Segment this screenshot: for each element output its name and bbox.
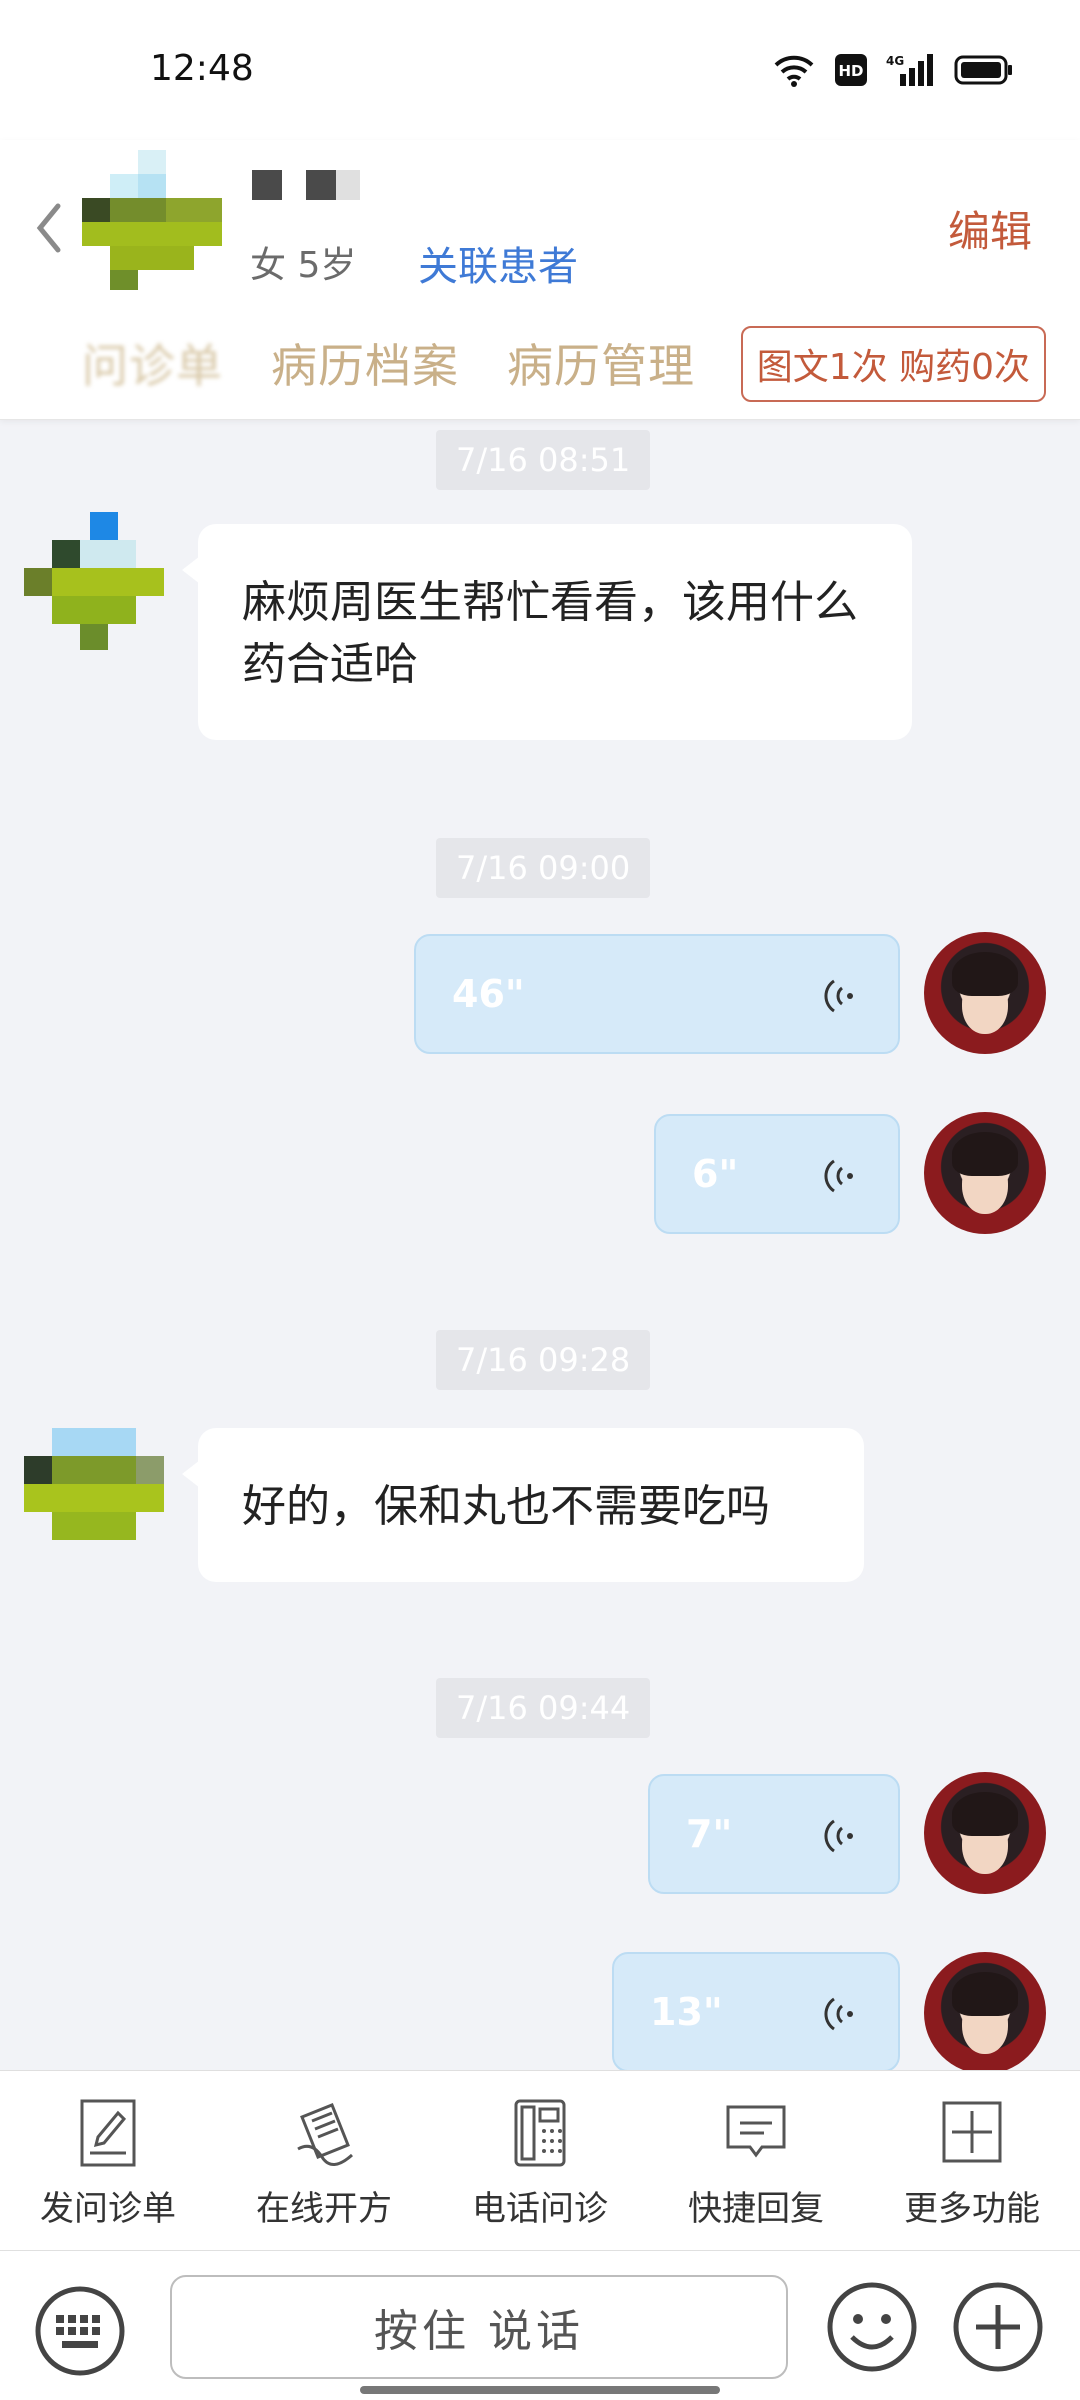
emoji-icon[interactable] bbox=[826, 2281, 918, 2373]
tool-label: 发问诊单 bbox=[40, 2189, 176, 2229]
more-icon bbox=[942, 2101, 1002, 2163]
redacted-block bbox=[306, 170, 336, 200]
chat-area[interactable]: 7/16 08:51 麻烦周医生帮忙看看，该用什么药合适哈 7/16 09:00… bbox=[0, 420, 1080, 2070]
function-toolbar: 发问诊单 在线开方 电话问诊 快捷回复 更多功能 bbox=[0, 2070, 1080, 2250]
phone-icon bbox=[514, 2099, 566, 2167]
redacted-block bbox=[252, 170, 282, 200]
online-prescription-button[interactable]: 在线开方 bbox=[224, 2071, 424, 2250]
phone-consultation-button[interactable]: 电话问诊 bbox=[440, 2071, 640, 2250]
svg-text:HD: HD bbox=[838, 62, 863, 80]
form-icon bbox=[80, 2099, 136, 2167]
outgoing-voice-message[interactable]: 13" bbox=[612, 1952, 900, 2070]
doctor-avatar[interactable] bbox=[924, 1112, 1046, 1234]
patient-name-redacted bbox=[252, 170, 360, 200]
voice-playback-icon bbox=[824, 1159, 853, 1193]
voice-duration: 6" bbox=[692, 1152, 739, 1196]
plus-icon[interactable] bbox=[952, 2281, 1044, 2373]
keyboard-icon[interactable] bbox=[34, 2285, 126, 2377]
incoming-message[interactable]: 好的，保和丸也不需要吃吗 bbox=[182, 1428, 864, 1582]
tool-label: 更多功能 bbox=[904, 2189, 1040, 2229]
more-functions-button[interactable]: 更多功能 bbox=[872, 2071, 1072, 2250]
wifi-icon bbox=[772, 53, 816, 87]
patient-avatar[interactable] bbox=[24, 512, 164, 652]
hold-to-talk-button[interactable]: 按住 说话 bbox=[170, 2275, 788, 2379]
battery-icon bbox=[954, 54, 1014, 86]
quick-reply-icon bbox=[726, 2105, 786, 2158]
incoming-message[interactable]: 麻烦周医生帮忙看看，该用什么药合适哈 bbox=[182, 524, 912, 740]
voice-duration: 7" bbox=[686, 1812, 733, 1856]
link-patient-button[interactable]: 关联患者 bbox=[418, 234, 578, 292]
timestamp: 7/16 09:44 bbox=[436, 1678, 651, 1738]
patient-header: 女 5岁 关联患者 编辑 问诊单 病历档案 病历管理 图文1次 购药0次 bbox=[0, 140, 1080, 420]
voice-playback-icon bbox=[824, 979, 853, 1013]
status-icons: HD 4G bbox=[772, 52, 1014, 88]
tab-record-management[interactable]: 病历管理 bbox=[507, 330, 695, 396]
voice-duration: 13" bbox=[650, 1990, 723, 2034]
send-questionnaire-button[interactable]: 发问诊单 bbox=[8, 2071, 208, 2250]
back-icon[interactable] bbox=[30, 198, 70, 258]
tool-label: 电话问诊 bbox=[472, 2189, 608, 2229]
tab-medical-records[interactable]: 病历档案 bbox=[271, 330, 459, 396]
cellular-signal-icon: 4G bbox=[886, 52, 936, 88]
timestamp: 7/16 08:51 bbox=[436, 430, 651, 490]
voice-playback-icon bbox=[824, 1997, 853, 2031]
header-tabs: 问诊单 病历档案 病历管理 bbox=[82, 330, 695, 396]
input-bar: 按住 说话 bbox=[0, 2250, 1080, 2400]
voice-playback-icon bbox=[824, 1819, 853, 1853]
outgoing-voice-message[interactable]: 6" bbox=[654, 1114, 900, 1234]
outgoing-voice-message[interactable]: 46" bbox=[414, 934, 900, 1054]
tool-label: 在线开方 bbox=[256, 2189, 392, 2229]
tool-label: 快捷回复 bbox=[688, 2189, 824, 2229]
tab-questionnaire[interactable]: 问诊单 bbox=[82, 330, 223, 396]
network-type: 4G bbox=[886, 54, 904, 68]
patient-avatar[interactable] bbox=[82, 150, 222, 290]
patient-avatar[interactable] bbox=[24, 1428, 164, 1568]
outgoing-voice-message[interactable]: 7" bbox=[648, 1774, 900, 1894]
edit-button[interactable]: 编辑 bbox=[948, 198, 1032, 259]
timestamp: 7/16 09:28 bbox=[436, 1330, 651, 1390]
status-time: 12:48 bbox=[150, 48, 254, 89]
patient-gender-age: 女 5岁 bbox=[250, 245, 357, 286]
prescription-icon bbox=[297, 2103, 354, 2166]
doctor-avatar[interactable] bbox=[924, 1952, 1046, 2070]
home-indicator[interactable] bbox=[360, 2386, 720, 2394]
doctor-avatar[interactable] bbox=[924, 932, 1046, 1054]
quick-reply-button[interactable]: 快捷回复 bbox=[656, 2071, 856, 2250]
doctor-avatar[interactable] bbox=[924, 1772, 1046, 1894]
consultation-quota-badge[interactable]: 图文1次 购药0次 bbox=[740, 326, 1046, 402]
hd-icon: HD bbox=[834, 53, 868, 87]
voice-duration: 46" bbox=[452, 972, 525, 1016]
redacted-block bbox=[336, 170, 360, 200]
status-bar: 12:48 HD 4G bbox=[0, 0, 1080, 140]
timestamp: 7/16 09:00 bbox=[436, 838, 651, 898]
